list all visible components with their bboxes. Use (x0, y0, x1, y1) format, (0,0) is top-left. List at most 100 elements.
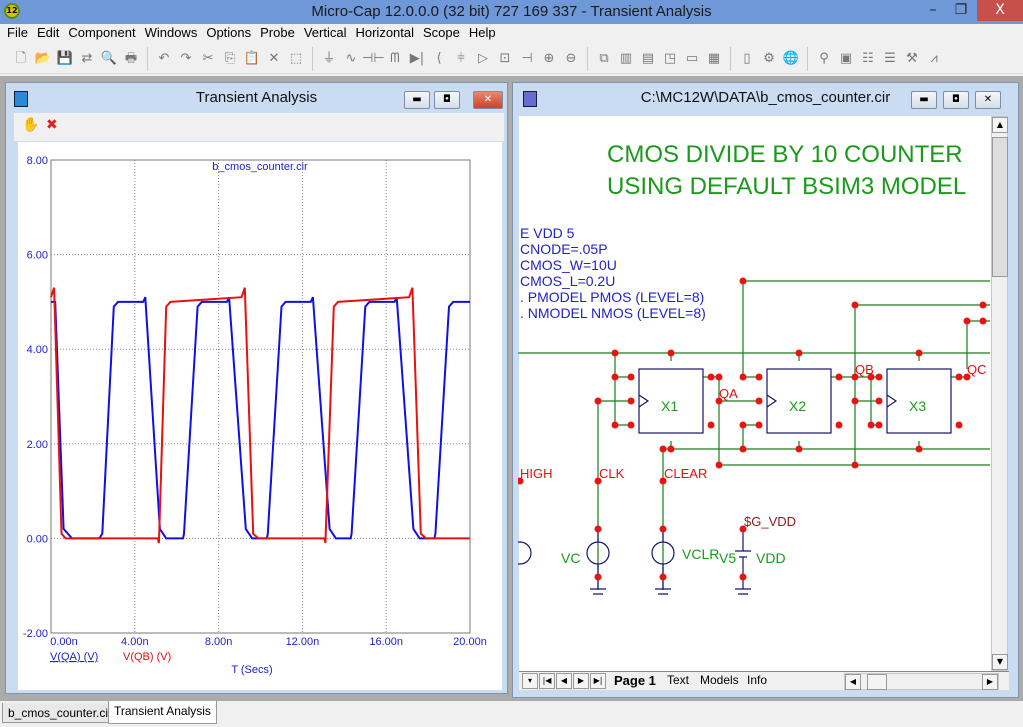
print-icon[interactable]: 🖶 (120, 48, 142, 70)
cascade-icon[interactable]: ⧉ (593, 48, 615, 70)
source-vclr[interactable]: VCLR (682, 546, 719, 562)
next-page-button[interactable]: ▶ (573, 673, 589, 689)
part-x3[interactable]: X3 (909, 398, 926, 414)
tab-page-1[interactable]: Page 1 (614, 672, 656, 689)
save-icon[interactable]: 💾 (54, 48, 76, 70)
prev-page-button[interactable]: ◀ (556, 673, 572, 689)
minimize-button[interactable]: ▬ (911, 91, 937, 109)
source-v5[interactable]: V5 (719, 550, 736, 566)
scroll-right-button[interactable]: ▶ (982, 674, 998, 690)
inductor-icon[interactable]: ᗰ (384, 48, 406, 70)
page-menu-button[interactable]: ▾ (522, 673, 538, 689)
vertical-scrollbar[interactable]: ▲ ▼ (991, 116, 1008, 671)
diode-icon[interactable]: ▶| (406, 48, 428, 70)
scroll-thumb[interactable] (992, 137, 1008, 277)
tab-schematic[interactable]: b_cmos_counter.cir (2, 703, 119, 723)
window-icon[interactable]: ▭ (681, 48, 703, 70)
tile-horizontal-icon[interactable]: ▤ (637, 48, 659, 70)
tile-vertical-icon[interactable]: ▥ (615, 48, 637, 70)
tab-models[interactable]: Models (700, 672, 739, 689)
toolbar-separator (730, 46, 731, 71)
menu-scope[interactable]: Scope (420, 24, 466, 42)
scroll-up-button[interactable]: ▲ (992, 117, 1008, 133)
tab-transient-analysis[interactable]: Transient Analysis (108, 701, 217, 724)
opamp-icon[interactable]: ▷ (472, 48, 494, 70)
tab-text[interactable]: Text (667, 672, 689, 689)
node-g-vdd: $G_VDD (744, 514, 796, 529)
horizontal-scrollbar[interactable]: ◀ ▶ (844, 673, 999, 690)
node-high: HIGH (520, 466, 553, 481)
menu-file[interactable]: File (4, 24, 34, 42)
node-qb: QB (855, 362, 874, 377)
tab-info[interactable]: Info (747, 672, 767, 689)
globe-icon[interactable]: 🌐 (780, 48, 802, 70)
minimize-button[interactable]: ▬ (404, 91, 430, 109)
last-page-button[interactable]: ▶| (590, 673, 606, 689)
menu-component[interactable]: Component (65, 24, 141, 42)
menu-probe[interactable]: Probe (257, 24, 301, 42)
hand-icon[interactable]: ✋ (22, 117, 39, 133)
menu-horizontal[interactable]: Horizontal (352, 24, 420, 42)
cut-icon[interactable]: ✂ (197, 48, 219, 70)
window-tabs: b_cmos_counter.cir Transient Analysis (0, 700, 1023, 727)
scroll-down-button[interactable]: ▼ (992, 654, 1008, 670)
menu-help[interactable]: Help (466, 24, 502, 42)
open-folder-icon[interactable]: 📂 (32, 48, 54, 70)
voltage-source-icon[interactable]: ⊖ (560, 48, 582, 70)
new-file-icon[interactable]: 🗋 (10, 48, 32, 70)
menu-options[interactable]: Options (203, 24, 257, 42)
settings-icon[interactable]: ⚙ (758, 48, 780, 70)
capacitor-icon[interactable]: ⊣⊢ (362, 48, 385, 70)
calculator-icon[interactable]: ▦ (703, 48, 725, 70)
resistor-icon[interactable]: ∿ (340, 48, 362, 70)
tools-icon[interactable]: ⚒ (901, 48, 923, 70)
battery-icon[interactable]: ⊣ (516, 48, 538, 70)
hscroll-thumb[interactable] (867, 674, 887, 690)
plot-area[interactable] (18, 142, 502, 690)
minimize-button[interactable]: – (918, 0, 948, 21)
analysis-icon[interactable]: ⩘ (923, 48, 945, 70)
translate-icon[interactable]: ⇄ (76, 48, 98, 70)
window-title: Micro-Cap 12.0.0.0 (32 bit) 727 169 337 … (311, 3, 712, 20)
select-all-icon[interactable]: ⬚ (285, 48, 307, 70)
remove-plot-icon[interactable]: ✖ (46, 117, 58, 133)
macro-icon[interactable]: ⊡ (494, 48, 516, 70)
toolbar-separator (147, 46, 148, 71)
transistor-icon[interactable]: ⟨ (428, 48, 450, 70)
undo-icon[interactable]: ↶ (153, 48, 175, 70)
close-button[interactable]: ✕ (473, 91, 503, 109)
mosfet-icon[interactable]: ⫩ (450, 48, 472, 70)
menu-windows[interactable]: Windows (142, 24, 204, 42)
components-icon[interactable]: ▯ (736, 48, 758, 70)
list-icon[interactable]: ☰ (879, 48, 901, 70)
maximize-button[interactable]: ◘ (434, 91, 460, 109)
copy-icon[interactable]: ⎘ (219, 48, 241, 70)
menu-vertical[interactable]: Vertical (301, 24, 353, 42)
delete-icon[interactable]: ✕ (263, 48, 285, 70)
maximize-button[interactable]: ◘ (943, 91, 969, 109)
menu-edit[interactable]: Edit (34, 24, 65, 42)
split-icon[interactable]: ◳ (659, 48, 681, 70)
source-vdd[interactable]: VDD (756, 550, 786, 566)
close-button[interactable]: X (977, 0, 1023, 21)
window2-icon[interactable]: ▣ (835, 48, 857, 70)
toolbar-separator (587, 46, 588, 71)
paste-icon[interactable]: 📋 (241, 48, 263, 70)
probe-icon[interactable]: ⚲ (813, 48, 835, 70)
close-button[interactable]: ✕ (975, 91, 1001, 109)
title-bar: 12 Micro-Cap 12.0.0.0 (32 bit) 727 169 3… (0, 0, 1023, 24)
source-vc[interactable]: VC (561, 550, 580, 566)
first-page-button[interactable]: |◀ (539, 673, 555, 689)
schematic-drawing: CMOS DIVIDE BY 10 COUNTER USING DEFAULT … (518, 141, 990, 595)
define-line: CNODE=.05P (520, 241, 608, 257)
ground-icon[interactable]: ⏚ (318, 48, 340, 70)
part-x2[interactable]: X2 (789, 398, 806, 414)
part-x1[interactable]: X1 (661, 398, 678, 414)
print-preview-icon[interactable]: 🔍 (98, 48, 120, 70)
restore-button[interactable]: ❐ (946, 0, 976, 21)
scroll-left-button[interactable]: ◀ (845, 674, 861, 690)
current-source-icon[interactable]: ⊕ (538, 48, 560, 70)
properties-icon[interactable]: ☷ (857, 48, 879, 70)
node-clear: CLEAR (664, 466, 707, 481)
redo-icon[interactable]: ↷ (175, 48, 197, 70)
